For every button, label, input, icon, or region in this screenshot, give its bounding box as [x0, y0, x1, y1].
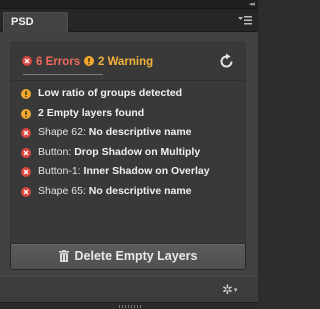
- issue-list: Low ratio of groups detected 2 Empty lay…: [11, 84, 245, 202]
- results-box: 6 Errors 2 Warning Low ratio of groups d…: [10, 42, 246, 261]
- issue-detail: Drop Shadow on Multiply: [74, 145, 201, 158]
- panel-menu-icon[interactable]: [238, 14, 252, 26]
- settings-button[interactable]: ✲▾: [222, 283, 246, 297]
- panel-footer: ✲▾: [0, 276, 258, 302]
- issue-row-error[interactable]: Shape 62: No descriptive name: [11, 123, 245, 143]
- issue-layer-name: Button:: [38, 145, 75, 158]
- panel-top-strip: ◂◂: [0, 0, 258, 9]
- issue-row-error[interactable]: Button-1: Inner Shadow on Overlay: [11, 162, 245, 182]
- error-icon: [21, 147, 31, 158]
- chevron-down-icon: ▾: [233, 287, 238, 294]
- error-icon: [21, 128, 31, 139]
- trash-icon: [58, 250, 69, 262]
- scan-progress-line: [23, 74, 103, 75]
- issue-detail: No descriptive name: [88, 184, 192, 197]
- warning-icon: [84, 56, 94, 66]
- warning-count-label: 2 Warning: [98, 56, 154, 68]
- issue-row-error[interactable]: Shape 65: No descriptive name: [11, 182, 245, 202]
- warning-count: 2 Warning: [84, 55, 153, 69]
- issue-layer-name: Button-1:: [38, 165, 84, 178]
- issue-row-warning[interactable]: 2 Empty layers found: [11, 104, 245, 124]
- issue-text: Low ratio of groups detected: [38, 87, 183, 99]
- issue-row-error[interactable]: Button: Drop Shadow on Multiply: [11, 143, 245, 163]
- error-count-label: 6 Errors: [36, 56, 81, 68]
- grip-dots: [119, 305, 141, 308]
- delete-empty-layers-button[interactable]: Delete Empty Layers: [10, 243, 246, 270]
- summary-bar: 6 Errors 2 Warning: [11, 43, 245, 81]
- issue-layer-name: Shape 65:: [38, 184, 89, 197]
- error-icon: [21, 167, 31, 178]
- error-icon: [22, 56, 32, 66]
- delete-button-label: Delete Empty Layers: [74, 249, 198, 263]
- error-icon: [21, 186, 31, 197]
- warning-icon: [21, 89, 31, 99]
- warning-icon: [21, 108, 31, 119]
- issue-detail: No descriptive name: [88, 126, 192, 139]
- gear-icon: ✲: [222, 282, 233, 297]
- panel-body: 6 Errors 2 Warning Low ratio of groups d…: [0, 32, 258, 293]
- issue-layer-name: Shape 62:: [38, 126, 89, 139]
- panel-tab-bar: PSD Cleaner: [0, 9, 258, 46]
- issue-row-warning[interactable]: Low ratio of groups detected: [11, 84, 245, 104]
- resize-grip[interactable]: [0, 302, 258, 309]
- tab-psd-cleaner[interactable]: PSD Cleaner: [3, 12, 68, 46]
- issue-detail: Inner Shadow on Overlay: [83, 165, 210, 178]
- collapse-panel-icon[interactable]: ◂◂: [249, 0, 255, 9]
- error-count: 6 Errors: [22, 55, 80, 69]
- refresh-icon[interactable]: [218, 53, 235, 70]
- issue-text: 2 Empty layers found: [38, 106, 145, 119]
